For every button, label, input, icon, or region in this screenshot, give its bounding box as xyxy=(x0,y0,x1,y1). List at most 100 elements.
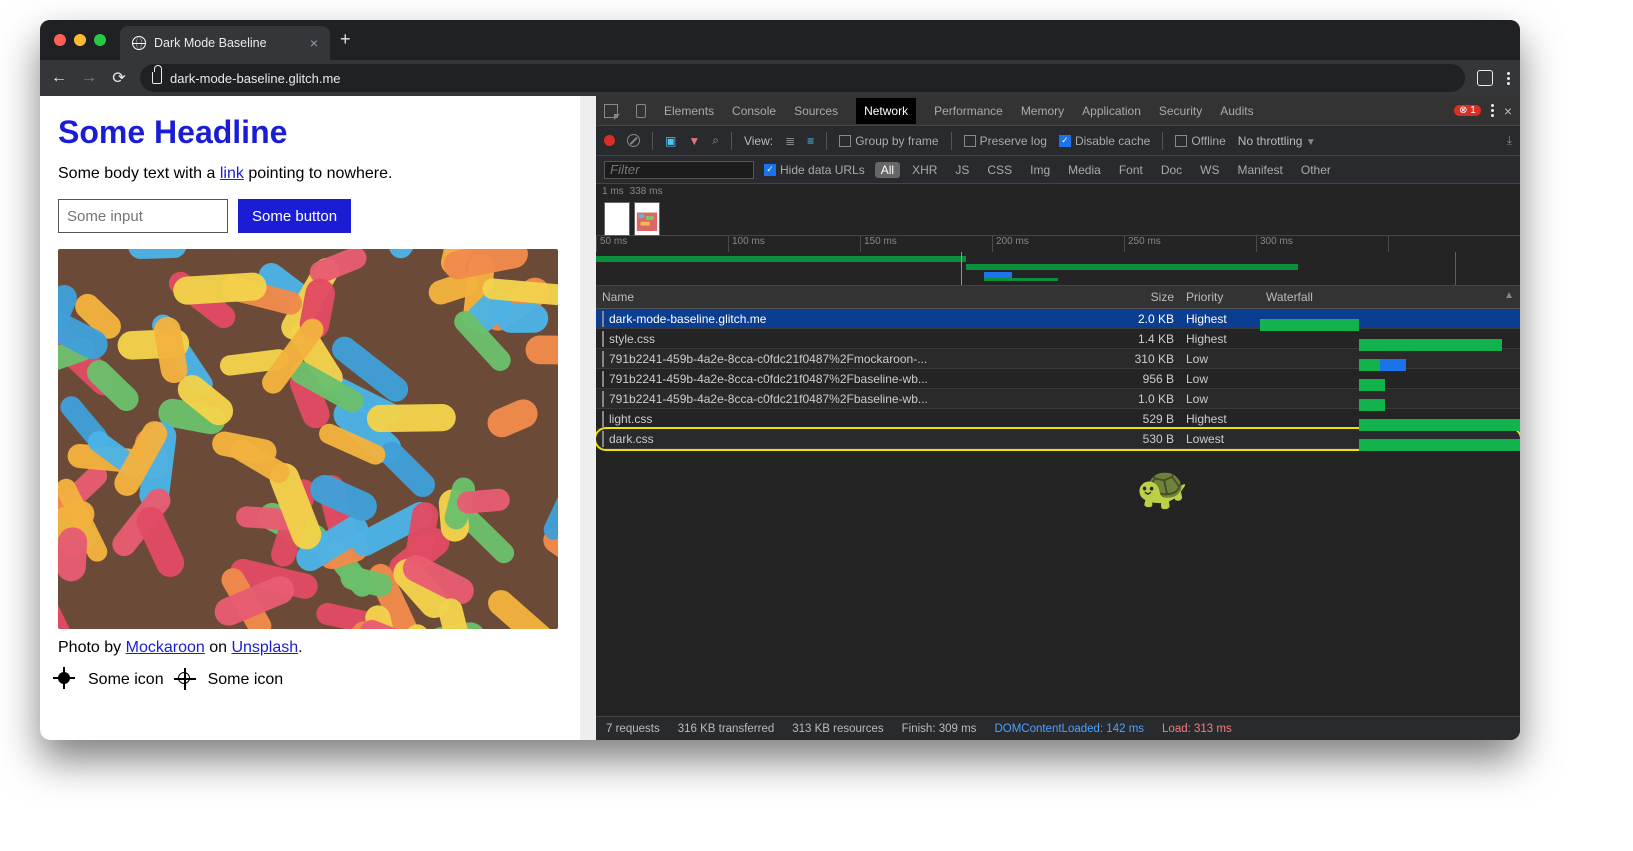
profile-icon[interactable] xyxy=(1477,70,1493,86)
type-chip-img[interactable]: Img xyxy=(1024,162,1056,178)
file-size: 529 B xyxy=(1080,408,1180,430)
tab-audits[interactable]: Audits xyxy=(1220,104,1253,118)
filter-input[interactable] xyxy=(604,161,754,179)
reload-icon[interactable]: ⟳ xyxy=(110,68,128,88)
type-chip-ws[interactable]: WS xyxy=(1194,162,1225,178)
col-size[interactable]: Size xyxy=(1080,286,1180,308)
throttling-select[interactable]: No throttling ▼ xyxy=(1238,134,1316,148)
type-chip-font[interactable]: Font xyxy=(1113,162,1149,178)
group-by-frame-checkbox[interactable]: Group by frame xyxy=(839,134,938,148)
type-chip-js[interactable]: JS xyxy=(949,162,975,178)
back-icon[interactable]: ← xyxy=(50,69,68,87)
record-icon[interactable] xyxy=(604,135,615,146)
status-requests: 7 requests xyxy=(606,723,660,735)
type-chip-css[interactable]: CSS xyxy=(981,162,1018,178)
disable-cache-checkbox[interactable]: ✓Disable cache xyxy=(1059,134,1150,148)
body-link[interactable]: link xyxy=(220,165,244,182)
file-name: 791b2241-459b-4a2e-8cca-c0fdc21f0487%2Fb… xyxy=(609,372,928,386)
type-chip-xhr[interactable]: XHR xyxy=(906,162,943,178)
file-size: 1.4 KB xyxy=(1080,328,1180,350)
hide-data-urls-checkbox[interactable]: ✓Hide data URLs xyxy=(764,163,865,177)
view-label: View: xyxy=(744,134,773,148)
error-badge[interactable]: ⊗ 1 xyxy=(1454,105,1481,116)
timeline-tick: 100 ms xyxy=(728,236,860,252)
waterfall-icon[interactable]: ≡ xyxy=(807,134,814,148)
network-statusbar: 7 requests 316 KB transferred 313 KB res… xyxy=(596,716,1520,740)
col-priority[interactable]: Priority xyxy=(1180,286,1260,308)
page-input[interactable] xyxy=(58,199,228,233)
close-tab-icon[interactable]: × xyxy=(310,35,318,51)
page-button[interactable]: Some button xyxy=(238,199,351,233)
network-row[interactable]: dark-mode-baseline.glitch.me2.0 KBHighes… xyxy=(596,309,1520,329)
network-row[interactable]: style.css1.4 KBHighest xyxy=(596,329,1520,349)
tab-console[interactable]: Console xyxy=(732,104,776,118)
file-name: dark-mode-baseline.glitch.me xyxy=(609,312,766,326)
waterfall-cell xyxy=(1260,375,1520,383)
filter-toggle-icon[interactable]: ▼ xyxy=(688,134,700,148)
file-name: 791b2241-459b-4a2e-8cca-c0fdc21f0487%2Fm… xyxy=(609,352,927,366)
new-tab-button[interactable]: + xyxy=(340,29,351,52)
tab-network[interactable]: Network xyxy=(856,98,916,124)
credit-mid: on xyxy=(205,639,232,656)
timeline-tick: 200 ms xyxy=(992,236,1124,252)
file-size: 310 KB xyxy=(1080,348,1180,370)
close-window-icon[interactable] xyxy=(54,34,66,46)
col-waterfall[interactable]: Waterfall▲ xyxy=(1260,286,1520,308)
waterfall-cell xyxy=(1260,335,1520,343)
col-name[interactable]: Name xyxy=(596,286,1080,308)
minimize-window-icon[interactable] xyxy=(74,34,86,46)
credit-author-link[interactable]: Mockaroon xyxy=(126,639,205,656)
type-chip-other[interactable]: Other xyxy=(1295,162,1337,178)
filmstrip-frame-1[interactable] xyxy=(604,202,630,236)
file-name: 791b2241-459b-4a2e-8cca-c0fdc21f0487%2Fb… xyxy=(609,392,928,406)
icon-label-1: Some icon xyxy=(88,671,164,689)
document-file-icon xyxy=(602,431,604,447)
credit-site-link[interactable]: Unsplash xyxy=(231,639,298,656)
tab-memory[interactable]: Memory xyxy=(1021,104,1064,118)
tab-application[interactable]: Application xyxy=(1082,104,1141,118)
lock-icon xyxy=(152,72,162,84)
screenshot-icon[interactable]: ▣ xyxy=(665,134,676,148)
inspect-icon[interactable] xyxy=(604,104,618,118)
address-bar[interactable]: dark-mode-baseline.glitch.me xyxy=(140,64,1465,92)
clear-icon[interactable] xyxy=(627,134,640,147)
tab-sources[interactable]: Sources xyxy=(794,104,838,118)
overview-timeline[interactable]: 50 ms100 ms150 ms200 ms250 ms300 ms xyxy=(596,236,1520,286)
type-chip-all[interactable]: All xyxy=(875,162,900,178)
upload-har-icon[interactable]: ⤓ xyxy=(1507,133,1512,148)
tab-security[interactable]: Security xyxy=(1159,104,1202,118)
device-icon[interactable] xyxy=(636,104,646,118)
type-chip-media[interactable]: Media xyxy=(1062,162,1107,178)
document-file-icon xyxy=(602,311,604,327)
tab-performance[interactable]: Performance xyxy=(934,104,1003,118)
menu-icon[interactable] xyxy=(1507,72,1510,85)
offline-checkbox[interactable]: Offline xyxy=(1175,134,1225,148)
browser-tab[interactable]: Dark Mode Baseline × xyxy=(120,26,330,60)
waterfall-cell xyxy=(1260,415,1520,423)
page-body: Some body text with a link pointing to n… xyxy=(58,165,562,183)
preserve-log-checkbox[interactable]: Preserve log xyxy=(964,134,1047,148)
maximize-window-icon[interactable] xyxy=(94,34,106,46)
search-icon[interactable]: ⌕ xyxy=(712,133,719,148)
image-file-icon xyxy=(602,351,604,367)
page-scrollbar[interactable] xyxy=(580,96,596,740)
network-row[interactable]: 791b2241-459b-4a2e-8cca-c0fdc21f0487%2Fb… xyxy=(596,369,1520,389)
file-priority: Highest xyxy=(1180,309,1260,330)
file-name: light.css xyxy=(609,412,652,426)
type-chip-manifest[interactable]: Manifest xyxy=(1232,162,1289,178)
close-devtools-icon[interactable]: × xyxy=(1504,103,1512,119)
forward-icon[interactable]: → xyxy=(80,69,98,87)
type-chip-doc[interactable]: Doc xyxy=(1155,162,1188,178)
filmstrip: 1 ms338 ms xyxy=(596,184,1520,236)
file-priority: Highest xyxy=(1180,408,1260,430)
tab-elements[interactable]: Elements xyxy=(664,104,714,118)
large-rows-icon[interactable]: ≣ xyxy=(785,134,795,148)
devtools-menu-icon[interactable] xyxy=(1491,104,1494,117)
status-load: Load: 313 ms xyxy=(1162,723,1232,735)
network-row[interactable]: 791b2241-459b-4a2e-8cca-c0fdc21f0487%2Fm… xyxy=(596,349,1520,369)
network-row[interactable]: dark.css530 BLowest xyxy=(596,429,1520,449)
network-row[interactable]: 791b2241-459b-4a2e-8cca-c0fdc21f0487%2Fb… xyxy=(596,389,1520,409)
network-row[interactable]: light.css 529 BHighest xyxy=(596,409,1520,429)
filmstrip-frame-2[interactable] xyxy=(634,202,660,236)
status-resources: 313 KB resources xyxy=(792,723,883,735)
